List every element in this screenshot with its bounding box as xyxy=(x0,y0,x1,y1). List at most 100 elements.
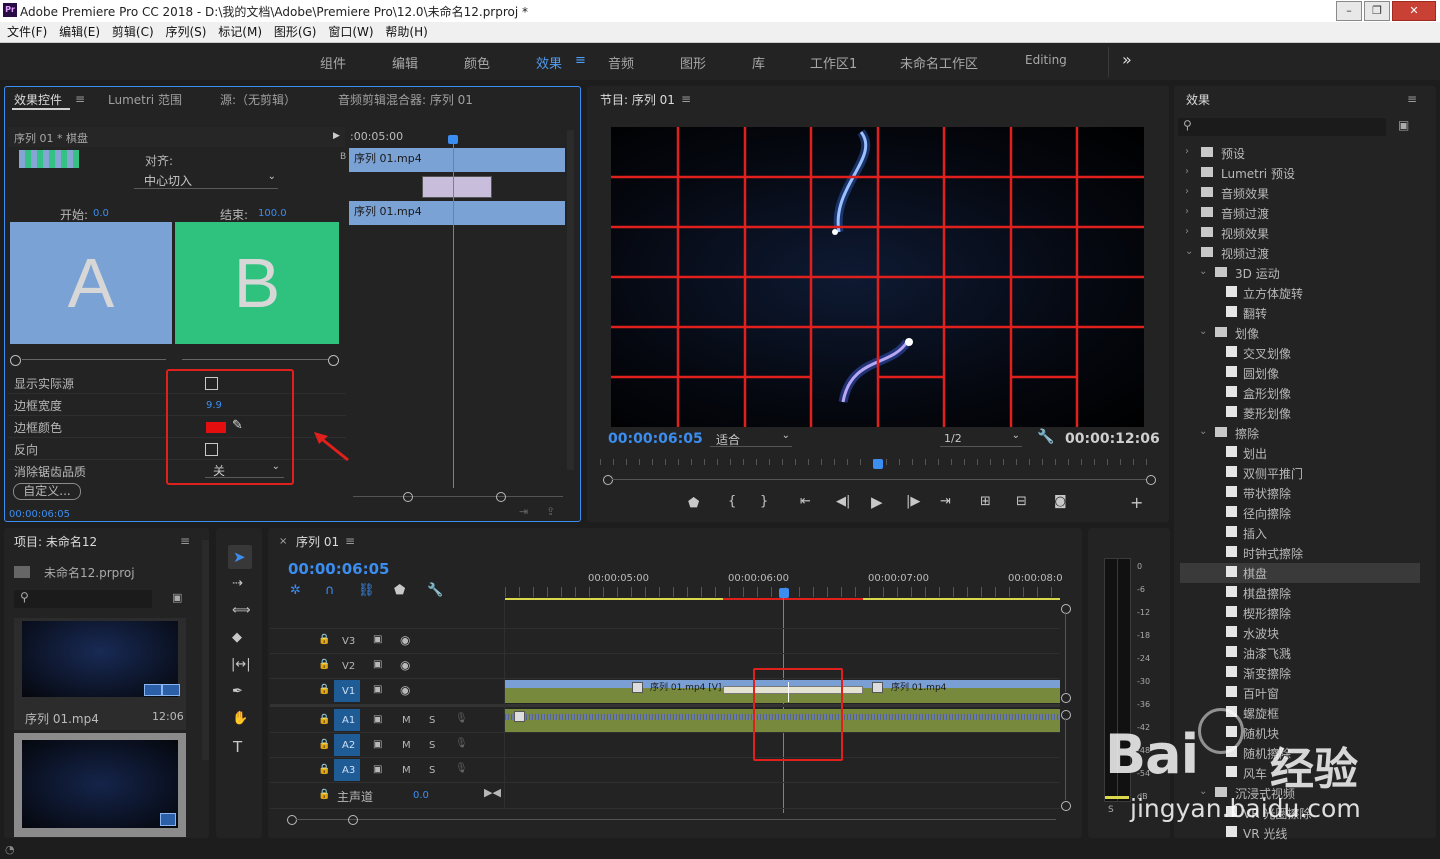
wrench-icon[interactable]: 🔧 xyxy=(1037,429,1054,445)
effect-item[interactable]: 径向擦除 xyxy=(1180,503,1420,523)
project-item-card-selected[interactable] xyxy=(14,733,186,837)
project-scrollbar[interactable] xyxy=(202,540,209,760)
workspaces-overflow-icon[interactable]: » xyxy=(1122,50,1132,69)
panel-menu-icon[interactable]: ≡ xyxy=(1407,92,1417,106)
lock-icon[interactable]: 🔒 xyxy=(318,764,330,775)
sync-lock-icon[interactable]: ▣ xyxy=(373,634,382,645)
tab-source[interactable]: 源:（无剪辑） xyxy=(220,91,296,108)
effects-search-input[interactable] xyxy=(1178,118,1386,136)
tab-effect-controls[interactable]: 效果控件 xyxy=(14,91,62,108)
project-search-input[interactable] xyxy=(14,590,152,608)
lock-icon[interactable]: 🔒 xyxy=(318,659,330,670)
effect-item[interactable]: 渐变擦除 xyxy=(1180,663,1420,683)
timeline-playhead-handle[interactable] xyxy=(779,588,789,598)
effects-folder[interactable]: ⌄ 擦除 xyxy=(1180,423,1420,443)
go-to-end-icon[interactable]: ▶◀ xyxy=(484,786,501,799)
chevron-down-icon[interactable]: ⌄ xyxy=(1199,266,1207,277)
step-forward-icon[interactable]: |▶ xyxy=(906,494,920,509)
tab-audio-clip-mixer[interactable]: 音频剪辑混合器: 序列 01 xyxy=(338,91,473,108)
add-marker-icon[interactable]: ⬟ xyxy=(394,583,405,598)
lock-icon[interactable]: 🔒 xyxy=(318,684,330,695)
fit-dropdown[interactable]: 适合 ⌄ xyxy=(710,430,792,447)
lock-icon[interactable]: 🔒 xyxy=(318,739,330,750)
effect-item[interactable]: 菱形划像 xyxy=(1180,403,1420,423)
panel-menu-icon[interactable]: ≡ xyxy=(681,92,691,106)
selection-tool-icon[interactable]: ➤ xyxy=(233,548,246,566)
effect-item[interactable]: 百叶窗 xyxy=(1180,683,1420,703)
start-slider-handle[interactable] xyxy=(10,355,21,366)
custom-button[interactable]: 自定义... xyxy=(13,483,81,500)
mini-transition[interactable] xyxy=(422,176,492,198)
hand-tool-icon[interactable]: ✋ xyxy=(232,711,248,726)
lift-icon[interactable]: ⊞ xyxy=(980,494,991,509)
resolution-dropdown[interactable]: 1/2 ⌄ xyxy=(940,430,1022,447)
effect-item[interactable]: 插入 xyxy=(1180,523,1420,543)
program-video-frame[interactable] xyxy=(611,127,1144,427)
tab-lumetri-scopes[interactable]: Lumetri 范围 xyxy=(108,91,182,108)
track-select-tool-icon[interactable]: ⇢ xyxy=(232,576,243,591)
program-timecode[interactable]: 00:00:06:05 xyxy=(608,431,703,447)
program-zoom-left[interactable] xyxy=(603,475,613,485)
project-item-card[interactable]: 序列 01.mp4 12:06 xyxy=(14,618,186,730)
effect-item[interactable]: 带状擦除 xyxy=(1180,483,1420,503)
timeline-timecode[interactable]: 00:00:06:05 xyxy=(288,560,390,578)
panel-menu-icon[interactable]: ≡ xyxy=(75,92,85,106)
mini-playhead-handle[interactable] xyxy=(448,135,458,144)
effect-item[interactable]: 双侧平推门 xyxy=(1180,463,1420,483)
maximize-icon[interactable]: ❐ xyxy=(1364,1,1390,21)
workspace-tab[interactable]: 颜色 xyxy=(464,53,490,72)
razor-tool-icon[interactable]: ◆ xyxy=(232,630,242,645)
effect-item[interactable]: 划出 xyxy=(1180,443,1420,463)
pen-tool-icon[interactable]: ✒ xyxy=(232,684,243,699)
share-icon[interactable]: ⇪ xyxy=(546,505,555,518)
workspace-tab[interactable]: 音频 xyxy=(608,53,634,72)
vertical-zoom-handle[interactable] xyxy=(1061,604,1071,614)
workspace-tab[interactable]: 工作区1 xyxy=(810,53,857,72)
play-icon[interactable]: ▶ xyxy=(871,493,883,511)
effects-folder[interactable]: › Lumetri 预设 xyxy=(1180,163,1420,183)
menu-marker[interactable]: 标记(M) xyxy=(218,22,262,42)
extract-icon[interactable]: ⊟ xyxy=(1016,494,1027,509)
vertical-zoom-handle[interactable] xyxy=(1061,801,1071,811)
mute-button[interactable]: M xyxy=(402,765,411,776)
mute-button[interactable]: M xyxy=(402,715,411,726)
workspace-tab[interactable]: 库 xyxy=(752,53,765,72)
menu-sequence[interactable]: 序列(S) xyxy=(165,22,206,42)
chevron-right-icon[interactable]: › xyxy=(1185,166,1189,177)
lock-icon[interactable]: 🔒 xyxy=(318,789,330,800)
menu-help[interactable]: 帮助(H) xyxy=(385,22,427,42)
mark-in-icon[interactable]: { xyxy=(728,494,736,509)
add-marker-icon[interactable]: ⬟ xyxy=(688,496,699,511)
solo-button[interactable]: S xyxy=(1108,805,1114,815)
effect-item[interactable]: 水波块 xyxy=(1180,623,1420,643)
camera-icon[interactable]: ◙ xyxy=(1054,494,1067,509)
eye-icon[interactable]: ◉ xyxy=(400,683,410,697)
mini-clip-a[interactable]: 序列 01.mp4 xyxy=(349,148,565,172)
mute-button[interactable]: M xyxy=(402,740,411,751)
chevron-right-icon[interactable]: › xyxy=(1185,186,1189,197)
effect-item[interactable]: VR 光线 xyxy=(1180,823,1420,843)
step-back-icon[interactable]: ◀| xyxy=(836,494,850,509)
menu-window[interactable]: 窗口(W) xyxy=(328,22,373,42)
sync-lock-icon[interactable]: ▣ xyxy=(373,764,382,775)
new-bin-icon[interactable]: ▣ xyxy=(1398,118,1409,132)
microphone-icon[interactable]: 🎙 xyxy=(455,713,468,724)
lock-icon[interactable]: 🔒 xyxy=(318,634,330,645)
effects-folder[interactable]: › 音频效果 xyxy=(1180,183,1420,203)
settings-wrench-icon[interactable]: 🔧 xyxy=(427,583,443,598)
effects-folder[interactable]: ⌄ 3D 运动 xyxy=(1180,263,1420,283)
eye-icon[interactable]: ◉ xyxy=(400,633,410,647)
sync-lock-icon[interactable]: ▣ xyxy=(373,739,382,750)
chevron-right-icon[interactable]: › xyxy=(1185,206,1189,217)
end-slider-handle[interactable] xyxy=(328,355,339,366)
effect-item[interactable]: 楔形擦除 xyxy=(1180,603,1420,623)
mini-scrollbar[interactable] xyxy=(567,130,574,470)
workspace-tab[interactable]: 图形 xyxy=(680,53,706,72)
program-playhead[interactable] xyxy=(873,459,883,469)
sync-lock-icon[interactable]: ▣ xyxy=(373,659,382,670)
eye-icon[interactable]: ◉ xyxy=(400,658,410,672)
ripple-edit-tool-icon[interactable]: ⟺ xyxy=(232,603,251,618)
new-bin-icon[interactable]: ▣ xyxy=(172,591,182,604)
effect-item[interactable]: 棋盘 xyxy=(1180,563,1420,583)
effect-controls-timecode[interactable]: 00:00:06:05 xyxy=(9,509,70,520)
